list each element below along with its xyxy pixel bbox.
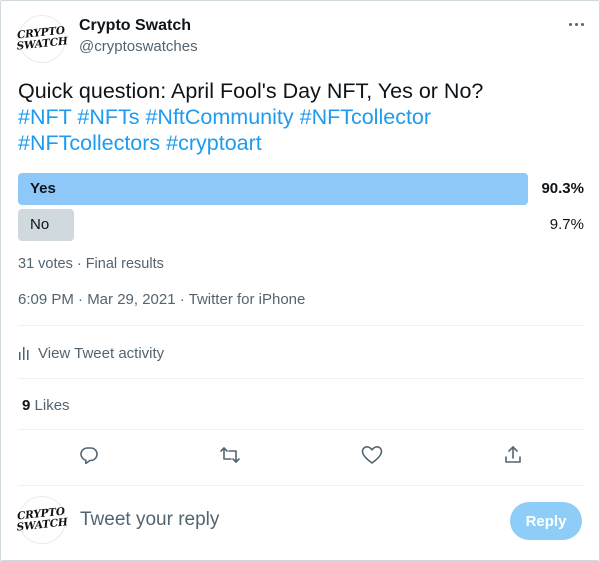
view-activity-link[interactable]: View Tweet activity bbox=[18, 342, 164, 364]
poll-summary: 31 votes · Final results bbox=[18, 256, 164, 272]
divider bbox=[18, 429, 584, 430]
view-activity-label: View Tweet activity bbox=[38, 344, 165, 362]
hashtag-link[interactable]: #NFT bbox=[18, 105, 71, 129]
reply-icon[interactable] bbox=[75, 441, 103, 469]
poll-option-label: Yes bbox=[30, 180, 56, 197]
divider bbox=[18, 378, 584, 379]
poll-option-percent: 9.7% bbox=[549, 216, 584, 233]
reply-button[interactable]: Reply bbox=[510, 502, 582, 540]
likes-label: Likes bbox=[34, 397, 70, 414]
tweet-text: Quick question: April Fool's Day NFT, Ye… bbox=[18, 78, 588, 156]
author-avatar[interactable]: CRYPTO SWATCH bbox=[15, 15, 69, 63]
poll-option: No 9.7% bbox=[18, 209, 584, 241]
tweet-card: CRYPTO SWATCH Crypto Swatch @cryptoswatc… bbox=[0, 0, 600, 561]
reply-composer: CRYPTO SWATCH Reply bbox=[15, 494, 584, 548]
hashtag-link[interactable]: #cryptoart bbox=[166, 131, 262, 155]
divider bbox=[18, 325, 584, 326]
poll-bar bbox=[18, 173, 528, 205]
reply-input[interactable] bbox=[80, 509, 480, 531]
hashtag-link[interactable]: #NftCommunity bbox=[145, 105, 293, 129]
tweet-header: CRYPTO SWATCH Crypto Swatch @cryptoswatc… bbox=[15, 13, 588, 63]
analytics-icon bbox=[19, 347, 29, 360]
retweet-icon[interactable] bbox=[216, 441, 244, 469]
hashtag-link[interactable]: #NFTcollector bbox=[300, 105, 431, 129]
likes-count[interactable]: 9 Likes bbox=[22, 397, 70, 414]
tweet-body: Quick question: April Fool's Day NFT, Ye… bbox=[18, 79, 484, 103]
poll: Yes 90.3% No 9.7% bbox=[18, 173, 584, 245]
divider bbox=[18, 485, 584, 486]
avatar-logo: CRYPTO SWATCH bbox=[15, 506, 69, 534]
like-heart-icon[interactable] bbox=[358, 441, 386, 469]
avatar-logo: CRYPTO SWATCH bbox=[15, 25, 69, 53]
avatar-logo-line2: SWATCH bbox=[16, 35, 69, 53]
hashtag-link[interactable]: #NFTcollectors bbox=[18, 131, 160, 155]
poll-option-percent: 90.3% bbox=[541, 180, 584, 197]
share-icon[interactable] bbox=[499, 441, 527, 469]
reply-avatar[interactable]: CRYPTO SWATCH bbox=[15, 496, 69, 544]
more-options-icon[interactable] bbox=[566, 17, 586, 31]
likes-number: 9 bbox=[22, 397, 31, 414]
hashtag-link[interactable]: #NFTs bbox=[77, 105, 139, 129]
author-name[interactable]: Crypto Swatch bbox=[79, 17, 191, 35]
poll-option: Yes 90.3% bbox=[18, 173, 584, 205]
tweet-timestamp[interactable]: 6:09 PM · Mar 29, 2021 · Twitter for iPh… bbox=[18, 291, 305, 308]
author-handle[interactable]: @cryptoswatches bbox=[79, 38, 198, 55]
poll-option-label: No bbox=[30, 216, 50, 233]
tweet-actions bbox=[1, 441, 600, 469]
avatar-logo-line2: SWATCH bbox=[16, 516, 69, 534]
